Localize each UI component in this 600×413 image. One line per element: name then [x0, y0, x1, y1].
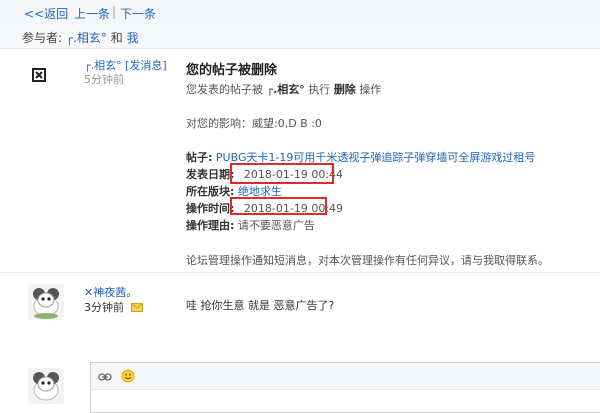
link-icon[interactable]	[98, 371, 112, 385]
impact-line: 对您的影响：威望:0,D B :0	[186, 117, 322, 130]
participants-bar: 参与者: ┌.相玄° 和 我	[0, 24, 600, 49]
participants-text: 参与者: ┌.相玄° 和 我	[22, 29, 139, 46]
message1-time: 5分钟前	[84, 73, 124, 86]
reply-sender[interactable]: ✕神夜茜。	[84, 284, 137, 300]
prev-link[interactable]: 上一条	[74, 5, 110, 22]
highlight-box-optime	[230, 197, 327, 215]
reason-value: 请不要恶意广告	[237, 219, 315, 232]
reply-time: 3分钟前	[84, 299, 143, 315]
reply-content: 哇 抢你生意 就是 恶意广告了?	[186, 299, 335, 312]
avatar[interactable]	[28, 284, 64, 320]
nav-separator: |	[112, 5, 117, 19]
action-pre: 您发表的帖子被	[186, 83, 263, 96]
message1-title: 您的帖子被删除	[186, 63, 278, 78]
top-nav: <<返回 上一条 | 下一条	[0, 0, 600, 25]
my-avatar[interactable]	[28, 368, 64, 404]
envelope-icon[interactable]	[130, 302, 143, 315]
footer-line: 论坛管理操作通知短消息，对本次管理操作有任何异议，请与我取得联系。	[186, 254, 549, 267]
participant-user2[interactable]: 我	[127, 31, 139, 45]
action-mid: 执行	[308, 83, 331, 96]
reason-label: 操作理由:	[186, 219, 235, 232]
reply-composer[interactable]	[90, 362, 600, 413]
composer-textarea[interactable]	[91, 390, 600, 412]
action-post: 操作	[359, 83, 382, 96]
send-message-link[interactable]: [发消息]	[125, 59, 167, 72]
reply-time-text: 3分钟前	[84, 301, 124, 314]
participants-and: 和	[110, 31, 123, 45]
reason-line: 操作理由: 请不要恶意广告	[186, 217, 315, 233]
action-word: 删除	[333, 83, 356, 96]
participant-user1[interactable]: ┌.相玄°	[66, 31, 107, 45]
delete-icon	[32, 68, 46, 82]
participants-label: 参与者:	[22, 31, 63, 45]
next-link[interactable]: 下一条	[120, 5, 156, 22]
highlight-box-date	[230, 163, 334, 184]
action-line: 您发表的帖子被 ┌.相玄° 执行 删除 操作	[186, 81, 381, 97]
back-link[interactable]: <<返回	[24, 5, 68, 22]
emoji-icon[interactable]	[121, 369, 135, 386]
optime-label: 操作时间:	[186, 202, 235, 215]
date-label: 发表日期:	[186, 168, 235, 181]
action-actor: ┌.相玄°	[266, 83, 305, 96]
forum-label: 所在版块:	[186, 185, 235, 198]
post-label: 帖子:	[186, 151, 213, 164]
composer-toolbar	[91, 363, 600, 390]
